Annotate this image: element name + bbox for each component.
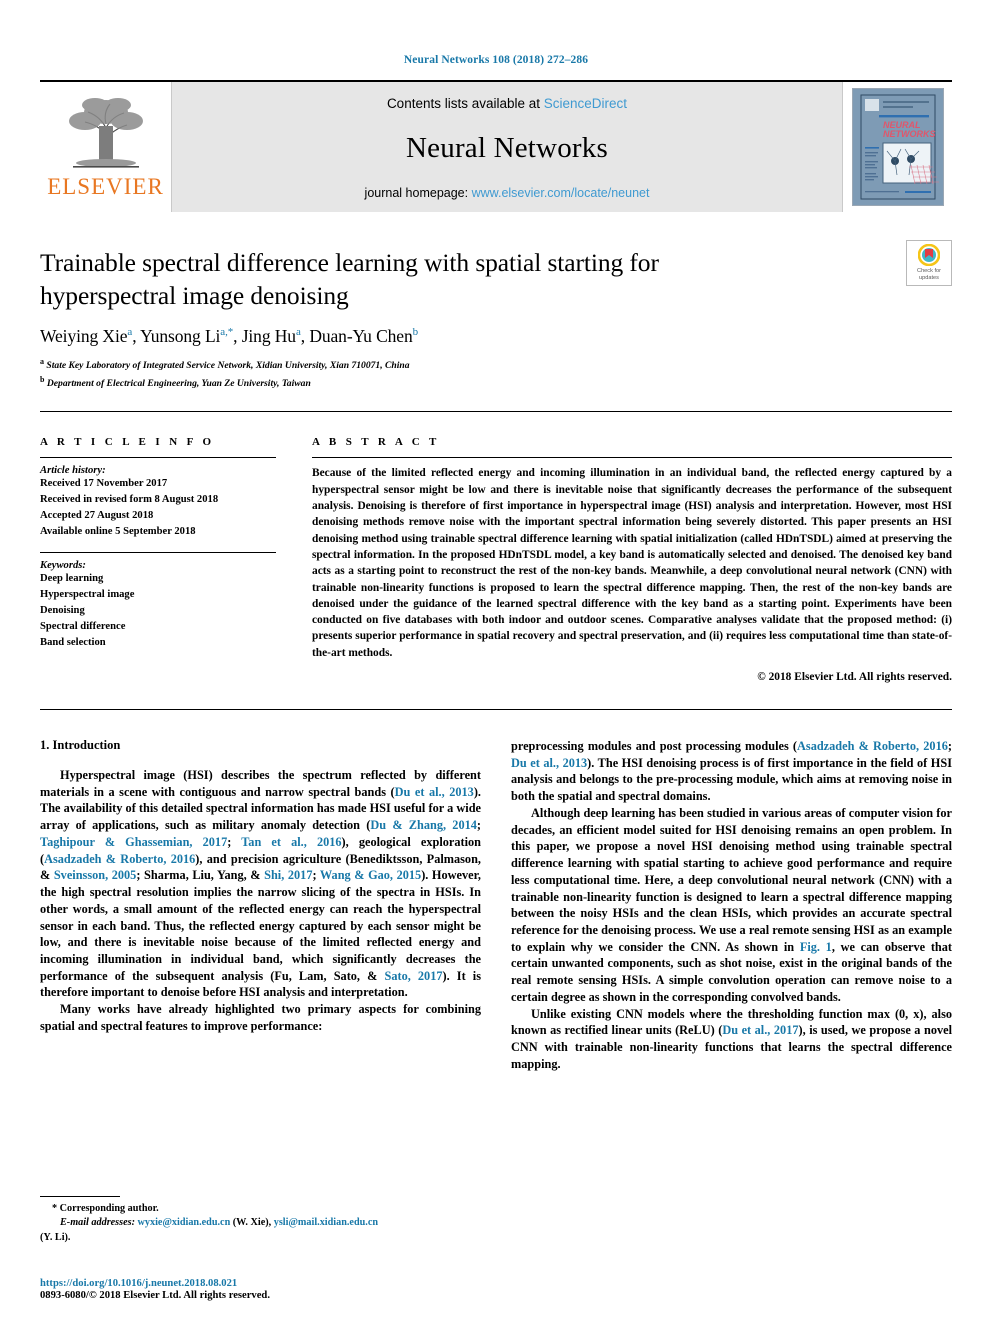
crossmark-line1: Check for (917, 268, 941, 274)
paragraph: preprocessing modules and post processin… (511, 739, 952, 804)
email-link-1[interactable]: wyxie@xidian.edu.cn (138, 1217, 231, 1228)
article-info-column: A R T I C L E I N F O Article history: R… (40, 436, 298, 683)
crossmark-badge[interactable]: Check for updates (906, 240, 952, 286)
keywords-label: Keywords: (40, 560, 86, 572)
footnote-rule (40, 1195, 120, 1197)
keyword-item: Denoising (40, 604, 85, 616)
paragraph: Although deep learning has been studied … (511, 805, 953, 1004)
affiliation-1-text: State Key Laboratory of Integrated Servi… (46, 360, 410, 372)
elsevier-tree-icon (68, 98, 143, 168)
email-line: E-mail addresses: wyxie@xidian.edu.cn (W… (40, 1216, 481, 1230)
divider-above-abstract (40, 411, 952, 413)
issn-copyright-line: 0893-6080/© 2018 Elsevier Ltd. All right… (40, 1290, 270, 1301)
journal-masthead: ELSEVIER Contents lists available at Sci… (40, 80, 952, 212)
journal-homepage-line: journal homepage: www.elsevier.com/locat… (365, 186, 650, 200)
author-2-marks: a,* (220, 326, 234, 339)
body-column-left: 1. Introduction Hyperspectral image (HSI… (40, 738, 481, 1072)
citation-link[interactable]: Du et al., 2013 (511, 756, 587, 770)
contents-prefix: Contents lists available at (386, 96, 544, 111)
keyword-item: Band selection (40, 636, 106, 648)
author-4: Duan-Yu Chenb (309, 326, 419, 347)
info-abstract-region: A R T I C L E I N F O Article history: R… (40, 436, 952, 683)
divider-below-abstract (40, 709, 952, 711)
sciencedirect-link[interactable]: ScienceDirect (544, 96, 627, 111)
page-title: Trainable spectral difference learning w… (40, 248, 659, 311)
journal-cover-thumbnail: NEURAL NETWORKS (851, 88, 944, 206)
publisher-logo-block: ELSEVIER (40, 82, 172, 212)
article-history-item: Received 17 November 2017 (40, 478, 168, 490)
citation-link[interactable]: Du et al., 2013 (395, 785, 474, 799)
affiliation-1: a State Key Laboratory of Integrated Ser… (40, 356, 952, 373)
paragraph: Many works have already highlighted two … (40, 1002, 481, 1033)
crossmark-label: Check for updates (907, 268, 951, 282)
journal-homepage-link[interactable]: www.elsevier.com/locate/neunet (472, 186, 650, 200)
author-3: Jing Hua (241, 326, 301, 347)
title-block: Check for updates Trainable spectral dif… (40, 240, 952, 391)
crossmark-icon (917, 243, 941, 267)
abstract-text: Because of the limited reflected energy … (312, 467, 952, 659)
affiliation-2-text: Department of Electrical Engineering, Yu… (46, 378, 311, 390)
article-history-label: Article history: (40, 465, 106, 477)
paragraph: Hyperspectral image (HSI) describes the … (40, 768, 482, 1000)
abstract-rule (312, 457, 952, 459)
citation-link[interactable]: Fig. 1 (800, 940, 832, 954)
homepage-prefix: journal homepage: (364, 186, 472, 200)
citation-link[interactable]: Shi, 2017 (264, 868, 312, 882)
citation-link[interactable]: Du & Zhang, 2014 (370, 818, 477, 832)
author-3-marks: a (295, 326, 301, 339)
citation-link[interactable]: Sveinsson, 2005 (54, 868, 137, 882)
article-history-item: Accepted 27 August 2018 (40, 510, 154, 522)
citation-link[interactable]: Wang & Gao, 2015 (320, 868, 421, 882)
article-info-heading: A R T I C L E I N F O (40, 436, 215, 449)
body-column-right: preprocessing modules and post processin… (511, 738, 952, 1072)
article-history-item: Received in revised form 8 August 2018 (40, 494, 219, 506)
abstract-copyright: © 2018 Elsevier Ltd. All rights reserved… (757, 671, 952, 684)
journal-cover-art-icon: NEURAL NETWORKS (852, 89, 943, 205)
journal-title: Neural Networks (406, 132, 608, 164)
author-4-marks: b (412, 326, 419, 339)
keyword-item: Hyperspectral image (40, 588, 135, 600)
email-label: E-mail addresses: (60, 1217, 135, 1229)
citation-link[interactable]: Sato, 2017 (384, 969, 442, 983)
abstract-heading: A B S T R A C T (312, 436, 440, 449)
abstract-column: A B S T R A C T Because of the limited r… (298, 436, 952, 683)
keyword-item: Spectral difference (40, 620, 126, 632)
paper-page: Neural Networks 108 (2018) 272–286 ELSEV… (0, 0, 992, 1323)
corresponding-author-note: * Corresponding author. (52, 1202, 159, 1214)
affiliation-1-mark: a (40, 357, 44, 367)
email-owner-2: (Y. Li). (40, 1231, 71, 1243)
contents-available-line: Contents lists available at ScienceDirec… (387, 96, 627, 111)
citation-link[interactable]: Taghipour & Ghassemian, 2017 (40, 835, 227, 849)
paragraph: Unlike existing CNN models where the thr… (511, 1006, 952, 1071)
author-list: Weiying Xiea, Yunsong Lia,*, Jing Hua, D… (40, 326, 419, 347)
email-link-2[interactable]: ysli@mail.xidian.edu.cn (274, 1217, 378, 1228)
section-heading-introduction: 1. Introduction (40, 738, 121, 753)
doi-link[interactable]: https://doi.org/10.1016/j.neunet.2018.08… (40, 1278, 510, 1289)
svg-text:NETWORKS: NETWORKS (883, 129, 936, 139)
keyword-item: Deep learning (40, 573, 104, 585)
keywords-rule (40, 552, 276, 554)
running-head: Neural Networks 108 (2018) 272–286 (403, 54, 589, 66)
article-history-item: Available online 5 September 2018 (40, 526, 196, 538)
affiliation-2: b Department of Electrical Engineering, … (40, 374, 952, 391)
imprint-block: https://doi.org/10.1016/j.neunet.2018.08… (40, 1278, 510, 1301)
citation-link[interactable]: Asadzadeh & Roberto, 2016 (797, 739, 948, 753)
affiliation-2-mark: b (40, 375, 45, 385)
author-1-marks: a (127, 326, 133, 339)
citation-link[interactable]: Tan et al., 2016 (241, 835, 341, 849)
body-columns: 1. Introduction Hyperspectral image (HSI… (40, 738, 952, 1072)
citation-link[interactable]: Asadzadeh & Roberto, 2016 (44, 852, 195, 866)
journal-cover-block: NEURAL NETWORKS (842, 82, 952, 212)
masthead-center: Contents lists available at ScienceDirec… (172, 82, 842, 212)
elsevier-wordmark: ELSEVIER (47, 174, 164, 199)
author-1: Weiying Xiea (40, 326, 133, 347)
article-info-rule (40, 457, 276, 459)
email-owner-1: (W. Xie), (232, 1217, 272, 1229)
footnote-block: * Corresponding author. E-mail addresses… (40, 1195, 481, 1245)
author-2: Yunsong Lia,* (140, 326, 234, 347)
crossmark-line2: updates (919, 274, 939, 281)
citation-link[interactable]: Du et al., 2017 (722, 1023, 798, 1037)
